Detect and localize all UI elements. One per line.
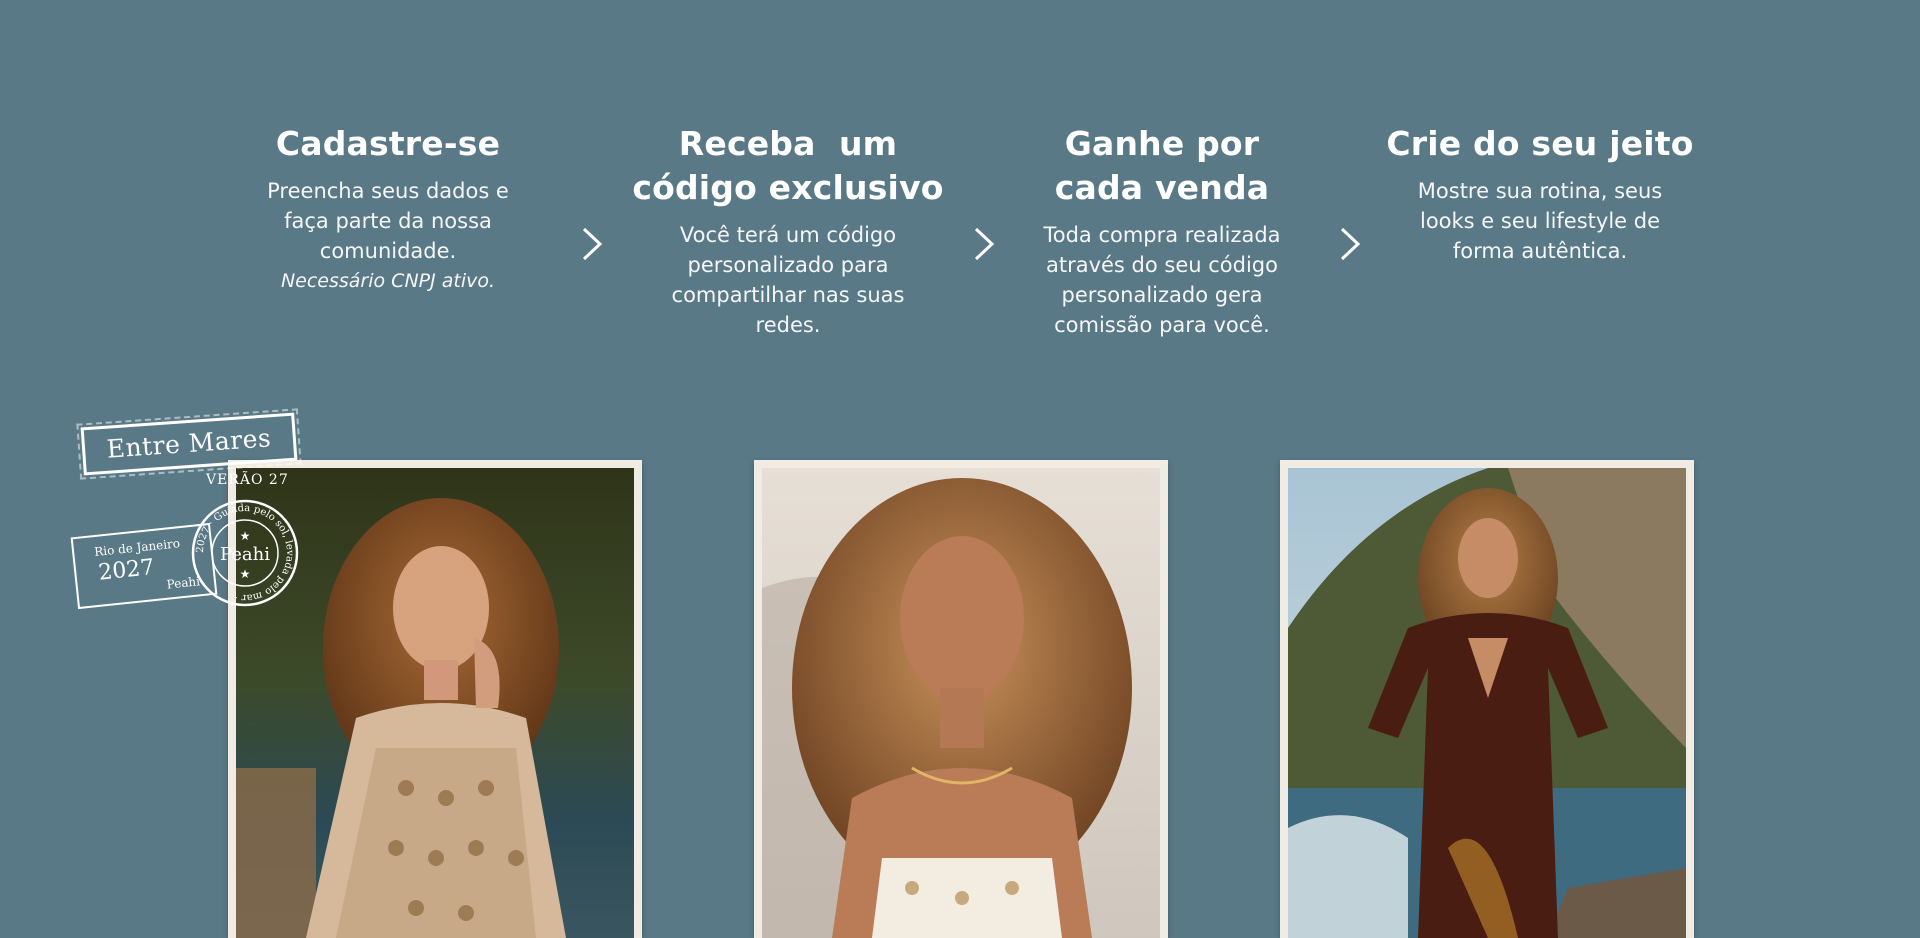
- step-title-line: Receba um: [678, 124, 898, 163]
- step-title: Ganhe por cada venda: [1002, 122, 1322, 210]
- step-create-your-way: Crie do seu jeito Mostre sua rotina, seu…: [1380, 122, 1700, 266]
- chevron-right-icon: [1340, 227, 1361, 261]
- step-text-line: Toda compra realizada: [1043, 223, 1281, 247]
- step-text-line: redes.: [755, 313, 821, 337]
- page: Cadastre-se Preencha seus dados e faça p…: [0, 0, 1920, 938]
- step-text-line: Mostre sua rotina, seus: [1417, 179, 1663, 203]
- photo-coast-model: [1288, 468, 1686, 938]
- step-earn-per-sale: Ganhe por cada venda Toda compra realiza…: [1002, 122, 1322, 340]
- step-text-line: comissão para você.: [1054, 313, 1270, 337]
- step-text-line: compartilhar nas suas: [671, 283, 905, 307]
- circular-stamp-brand: Peahi: [220, 544, 270, 565]
- step-receive-code: Receba um código exclusivo Você terá um …: [618, 122, 958, 340]
- step-title-line: código exclusivo: [632, 168, 944, 207]
- how-it-works-steps: Cadastre-se Preencha seus dados e faça p…: [0, 122, 1920, 382]
- model-photo-illustration: [1288, 468, 1686, 938]
- step-text-line: forma autêntica.: [1452, 239, 1628, 263]
- step-note: Necessário CNPJ ativo.: [280, 270, 496, 292]
- postal-stamp-year: 2027: [97, 555, 156, 586]
- step-text-line: Preencha seus dados e: [267, 179, 509, 203]
- star-icon: ★: [240, 529, 251, 543]
- photo-portrait-model: [762, 468, 1160, 938]
- star-icon: ★: [240, 567, 251, 581]
- photo-card-portrait-model: [754, 460, 1168, 938]
- model-photo-illustration: [762, 468, 1160, 938]
- step-title: Crie do seu jeito: [1386, 124, 1694, 163]
- step-text-line: comunidade.: [319, 239, 457, 263]
- step-text-line: personalizado para: [687, 253, 889, 277]
- step-text-line: faça parte da nossa: [284, 209, 492, 233]
- chevron-right-icon: [974, 227, 995, 261]
- step-text-line: personalizado gera: [1061, 283, 1263, 307]
- chevron-right-icon: [582, 227, 603, 261]
- step-title: Cadastre-se: [275, 124, 501, 163]
- photo-card-coast-model: [1280, 460, 1694, 938]
- step-title-line: cada venda: [1054, 168, 1270, 207]
- step-text-line: Você terá um código: [679, 223, 897, 247]
- step-title-line: Ganhe por: [1064, 124, 1260, 163]
- step-title: Receba um código exclusivo: [618, 122, 958, 210]
- season-label: VERÃO 27: [206, 472, 289, 488]
- circular-stamp: 2027 · Guiada pelo sol, levada pelo mar …: [191, 499, 299, 607]
- step-register: Cadastre-se Preencha seus dados e faça p…: [238, 122, 538, 296]
- step-text-line: looks e seu lifestyle de: [1419, 209, 1660, 233]
- step-text-line: através do seu código: [1045, 253, 1278, 277]
